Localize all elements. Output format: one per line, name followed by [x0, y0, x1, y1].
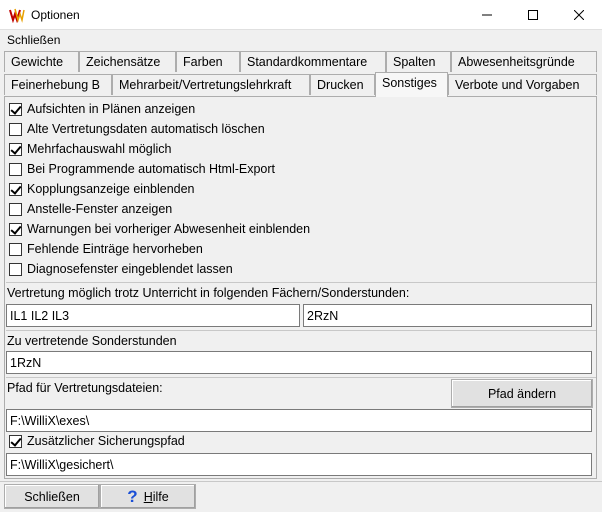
close-icon	[574, 10, 584, 20]
menu-close[interactable]: Schließen	[7, 33, 60, 47]
minimize-icon	[482, 14, 492, 16]
tab-zeichensaetze[interactable]: Zeichensätze	[79, 51, 176, 72]
maximize-icon	[528, 10, 538, 20]
option-label: Kopplungsanzeige einblenden	[27, 182, 195, 196]
sonderstunden-input[interactable]: 1RzN	[6, 351, 592, 374]
vertretung-faecher-input[interactable]: IL1 IL2 IL3	[6, 304, 300, 327]
option-label: Alte Vertretungsdaten automatisch lösche…	[27, 122, 265, 136]
option-fehlende-eintraege[interactable]: Fehlende Einträge hervorheben	[9, 240, 203, 258]
option-label: Aufsichten in Plänen anzeigen	[27, 102, 196, 116]
tab-mehrarbeit[interactable]: Mehrarbeit/Vertretungslehrkraft	[112, 74, 310, 95]
option-label: Warnungen bei vorheriger Abwesenheit ein…	[27, 222, 311, 236]
app-logo-icon	[9, 8, 25, 23]
tab-verbote-und-vorgaben[interactable]: Verbote und Vorgaben	[448, 74, 597, 95]
option-warnungen[interactable]: Warnungen bei vorheriger Abwesenheit ein…	[9, 220, 310, 238]
schliessen-button[interactable]: Schließen	[4, 484, 100, 509]
divider	[6, 282, 596, 283]
option-label: Diagnosefenster eingeblendet lassen	[27, 262, 233, 276]
tab-spalten[interactable]: Spalten	[386, 51, 451, 72]
pfad-aendern-button[interactable]: Pfad ändern	[451, 379, 593, 408]
vertretung-sonderstunden-input[interactable]: 2RzN	[303, 304, 592, 327]
option-sicherungspfad[interactable]: Zusätzlicher Sicherungspfad	[9, 432, 185, 450]
tab-abwesenheitsgruende[interactable]: Abwesenheitsgründe	[451, 51, 597, 72]
checkbox[interactable]	[9, 102, 22, 116]
option-anstelle-fenster[interactable]: Anstelle-Fenster anzeigen	[9, 200, 172, 218]
checkbox[interactable]	[9, 242, 22, 256]
divider	[6, 330, 596, 331]
checkbox[interactable]	[9, 434, 22, 448]
checkbox[interactable]	[9, 202, 22, 216]
option-aufsichten[interactable]: Aufsichten in Plänen anzeigen	[9, 100, 195, 118]
option-label: Bei Programmende automatisch Html-Export	[27, 162, 276, 176]
tab-farben[interactable]: Farben	[176, 51, 240, 72]
option-label: Mehrfachauswahl möglich	[27, 142, 172, 156]
checkbox[interactable]	[9, 222, 22, 236]
hilfe-button[interactable]: ? Hilfe	[100, 484, 196, 509]
menu-bar: Schließen	[0, 31, 602, 49]
close-window-button[interactable]	[556, 0, 602, 30]
checkbox[interactable]	[9, 262, 22, 276]
tab-drucken[interactable]: Drucken	[310, 74, 375, 95]
tab-gewichte[interactable]: Gewichte	[4, 51, 79, 72]
tab-feinerhebung-b[interactable]: Feinerhebung B	[4, 74, 112, 95]
hilfe-label-rest: ilfe	[152, 489, 169, 504]
hilfe-label-h: H	[143, 489, 153, 504]
option-alte-vertretungsdaten[interactable]: Alte Vertretungsdaten automatisch lösche…	[9, 120, 265, 138]
tab-standardkommentare[interactable]: Standardkommentare	[240, 51, 386, 72]
vertretung-label: Vertretung möglich trotz Unterricht in f…	[7, 286, 410, 300]
sicherungspfad-input[interactable]: F:\WilliX\gesichert\	[6, 453, 592, 476]
help-question-icon: ?	[127, 486, 138, 506]
option-label: Anstelle-Fenster anzeigen	[27, 202, 173, 216]
option-mehrfachauswahl[interactable]: Mehrfachauswahl möglich	[9, 140, 172, 158]
pfad-label: Pfad für Vertretungsdateien:	[7, 381, 163, 395]
pfad-input[interactable]: F:\WilliX\exes\	[6, 409, 592, 432]
title-bar: Optionen	[0, 0, 602, 30]
divider	[6, 377, 596, 378]
option-label: Zusätzlicher Sicherungspfad	[27, 434, 185, 448]
option-label: Fehlende Einträge hervorheben	[27, 242, 203, 256]
checkbox[interactable]	[9, 122, 22, 136]
maximize-button[interactable]	[510, 0, 556, 30]
sonderstunden-label: Zu vertretende Sonderstunden	[7, 334, 177, 348]
minimize-button[interactable]	[464, 0, 510, 30]
checkbox[interactable]	[9, 182, 22, 196]
checkbox[interactable]	[9, 162, 22, 176]
option-html-export[interactable]: Bei Programmende automatisch Html-Export	[9, 160, 275, 178]
option-kopplungsanzeige[interactable]: Kopplungsanzeige einblenden	[9, 180, 195, 198]
window-title: Optionen	[31, 8, 80, 22]
checkbox[interactable]	[9, 142, 22, 156]
tab-sonstiges[interactable]: Sonstiges	[375, 72, 448, 97]
option-diagnosefenster[interactable]: Diagnosefenster eingeblendet lassen	[9, 260, 233, 278]
